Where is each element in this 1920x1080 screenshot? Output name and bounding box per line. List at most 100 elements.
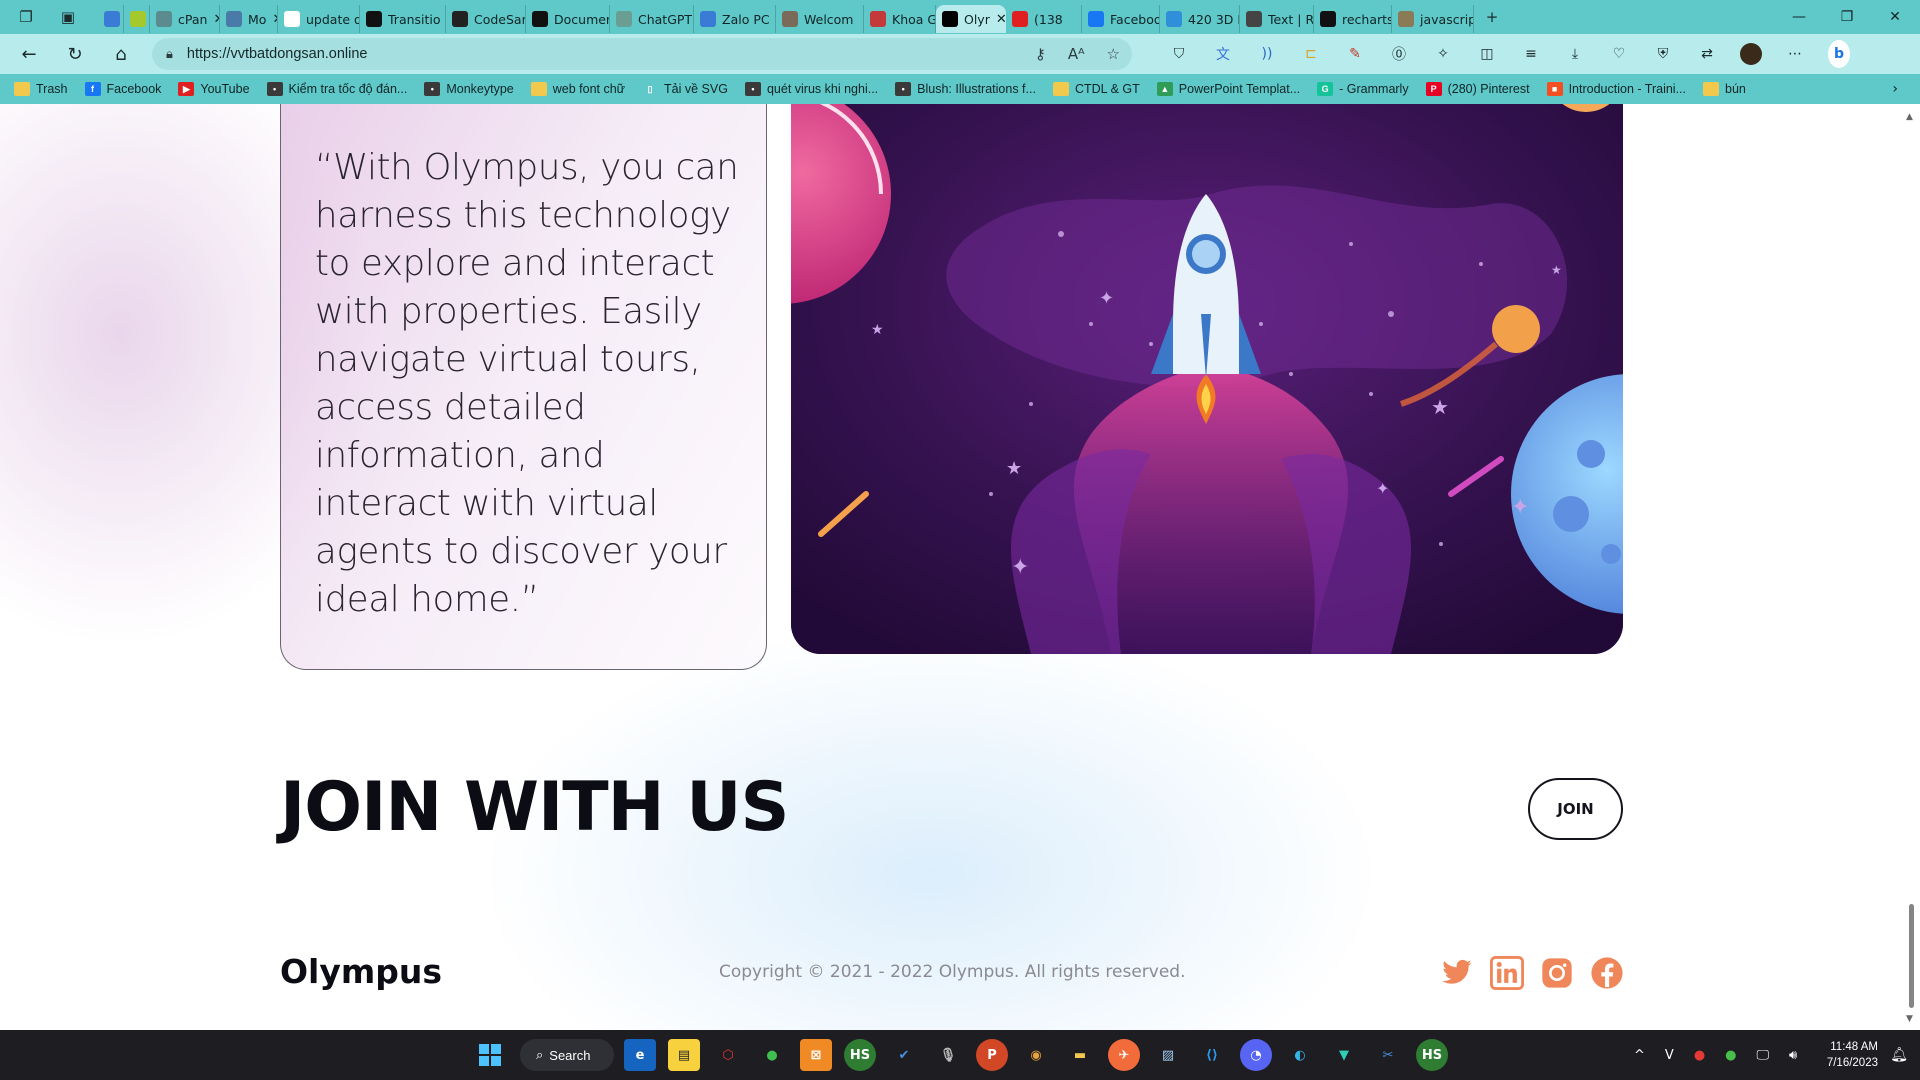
copilot-bing-icon[interactable]: b	[1828, 40, 1850, 68]
bookmark-item[interactable]: ▶ YouTube	[178, 82, 250, 96]
file-explorer-icon[interactable]: ▬	[1064, 1039, 1096, 1071]
tab[interactable]: CodeSan	[446, 5, 526, 33]
downloads-icon[interactable]: ⤓	[1564, 43, 1586, 65]
browser-essentials-icon[interactable]: ⛨	[1652, 43, 1674, 65]
bookmark-item[interactable]: Trash	[14, 82, 68, 96]
network-icon[interactable]: 🖵︎	[1757, 1048, 1770, 1063]
close-window-icon[interactable]: ✕	[1872, 0, 1918, 34]
volume-icon[interactable]: 🔊︎	[1789, 1048, 1797, 1063]
tab[interactable]: (138	[1006, 5, 1082, 33]
bookmark-item[interactable]: ▲ PowerPoint Templat...	[1156, 82, 1300, 96]
refresh-icon[interactable]: ↻	[52, 34, 98, 74]
hs-app-icon[interactable]: HS	[844, 1039, 876, 1071]
audio-extension-icon[interactable]: ))	[1256, 43, 1278, 65]
share-icon[interactable]: ⇄	[1696, 43, 1718, 65]
scrollbar-thumb[interactable]	[1909, 904, 1914, 1008]
profile-avatar[interactable]	[1740, 43, 1762, 65]
discord-icon[interactable]: ◔	[1240, 1039, 1272, 1071]
tab[interactable]: cPan✕	[150, 5, 220, 33]
ruler-extension-icon[interactable]: ⊏	[1300, 43, 1322, 65]
bookmark-item[interactable]: f Facebook	[84, 82, 161, 96]
circle-extension-icon[interactable]: ⓪	[1388, 43, 1410, 65]
url-text[interactable]: https://vvtbatdongsan.online	[187, 46, 368, 62]
edge-browser-icon[interactable]: ◐	[1284, 1039, 1316, 1071]
bookmark-item[interactable]: • Kiểm tra tốc độ đán...	[266, 82, 407, 96]
performance-heart-icon[interactable]: ♡	[1608, 43, 1630, 65]
bookmark-item[interactable]: bún	[1703, 82, 1746, 96]
clock[interactable]: 11:48 AM 7/16/2023	[1827, 1039, 1878, 1071]
tab-actions-icon[interactable]: ▣	[54, 0, 82, 34]
tab[interactable]: Khoa Gi	[864, 5, 936, 33]
media-app-icon[interactable]: ◉	[1020, 1039, 1052, 1071]
taskbar-search[interactable]: ⌕ Search	[520, 1039, 614, 1071]
show-hidden-icons-icon[interactable]: ^	[1634, 1048, 1645, 1063]
bookmark-item[interactable]: • Monkeytype	[424, 82, 514, 96]
tab[interactable]: Zalo PC	[694, 5, 776, 33]
tab[interactable]: Faceboo	[1082, 5, 1160, 33]
page-scrollbar[interactable]: ▲ ▼	[1902, 104, 1920, 1030]
twitter-icon[interactable]	[1440, 956, 1474, 990]
join-button[interactable]: JOIN	[1528, 778, 1623, 840]
tab[interactable]: Text | Re	[1240, 5, 1314, 33]
app-tray-icon[interactable]: ●	[1725, 1048, 1736, 1063]
instagram-icon[interactable]	[1540, 956, 1574, 990]
notifications-bell-icon[interactable]: 🔔︎	[1890, 1047, 1908, 1063]
hs-app-2-icon[interactable]: HS	[1416, 1039, 1448, 1071]
home-icon[interactable]: ⌂	[98, 34, 144, 74]
tab[interactable]: Transitio	[360, 5, 446, 33]
sticky-notes-icon[interactable]: ▤	[668, 1039, 700, 1071]
minimize-icon[interactable]: —	[1776, 0, 1822, 34]
address-field[interactable]: 🔒︎ https://vvtbatdongsan.online ⚷ Aᴬ ☆	[152, 38, 1132, 70]
bookmark-item[interactable]: web font chữ	[530, 82, 625, 96]
scroll-up-arrow-icon[interactable]: ▲	[1906, 112, 1913, 122]
tab[interactable]: Mo✕	[220, 5, 278, 33]
workspaces-icon[interactable]: ❐	[12, 0, 40, 34]
xampp-icon[interactable]: ⊠	[800, 1039, 832, 1071]
postman-icon[interactable]: ✈	[1108, 1039, 1140, 1071]
favorites-list-icon[interactable]: ≡	[1520, 43, 1542, 65]
bookmark-item[interactable]: G - Grammarly	[1317, 82, 1409, 96]
tab[interactable]: Welcom	[776, 5, 864, 33]
vscode-icon[interactable]: ⟨⟩	[1196, 1039, 1228, 1071]
tab[interactable]: ChatGPT	[610, 5, 694, 33]
bookmark-item[interactable]: • quét virus khi nghi...	[744, 82, 878, 96]
shield-extension-icon[interactable]: ⛉	[1168, 43, 1190, 65]
footer-logo[interactable]: Olympus	[280, 952, 442, 991]
facebook-icon[interactable]	[1590, 956, 1624, 990]
scroll-down-arrow-icon[interactable]: ▼	[1906, 1014, 1913, 1024]
tab-close-icon[interactable]: ✕	[996, 12, 1006, 27]
read-aloud-icon[interactable]: Aᴬ	[1068, 45, 1085, 63]
snipping-tool-icon[interactable]: ✂	[1372, 1039, 1404, 1071]
bookmark-item[interactable]: ▯ Tải về SVG	[642, 82, 728, 96]
linkedin-icon[interactable]	[1490, 956, 1524, 990]
tab[interactable]: update o	[278, 5, 360, 33]
tab[interactable]: Documer	[526, 5, 610, 33]
restore-icon[interactable]: ❐	[1824, 0, 1870, 34]
settings-more-icon[interactable]: ⋯	[1784, 43, 1806, 65]
evernote-icon[interactable]: ●	[756, 1039, 788, 1071]
microphone-app-icon[interactable]: 🎙︎	[932, 1039, 964, 1071]
password-key-icon[interactable]: ⚷	[1035, 45, 1046, 63]
windows-start-icon[interactable]	[474, 1039, 506, 1071]
tab[interactable]	[98, 5, 124, 33]
favorite-star-icon[interactable]: ☆	[1107, 45, 1120, 63]
tab[interactable]: 420 3D H	[1160, 5, 1240, 33]
bookmark-item[interactable]: P (280) Pinterest	[1425, 82, 1530, 96]
bookmark-item[interactable]: • Blush: Illustrations f...	[895, 82, 1036, 96]
tab-active[interactable]: Olyr ✕	[936, 5, 1006, 33]
bookmark-item[interactable]: CTDL & GT	[1052, 82, 1140, 96]
translate-extension-icon[interactable]: 文	[1212, 43, 1234, 65]
tab[interactable]: recharts	[1314, 5, 1392, 33]
back-icon[interactable]: ←	[6, 34, 52, 74]
color-picker-extension-icon[interactable]: ✎	[1344, 43, 1366, 65]
new-tab-icon[interactable]: +	[1478, 0, 1506, 34]
powerpoint-icon[interactable]: P	[976, 1039, 1008, 1071]
todo-icon[interactable]: ✔	[888, 1039, 920, 1071]
extensions-puzzle-icon[interactable]: ✧	[1432, 43, 1454, 65]
vivaldi-tray-icon[interactable]: V	[1665, 1048, 1674, 1063]
edge-dev-icon[interactable]: e	[624, 1039, 656, 1071]
vpn-app-icon[interactable]: ▼	[1328, 1039, 1360, 1071]
tab[interactable]: javascrip	[1392, 5, 1474, 33]
security-app-icon[interactable]: ⬡	[712, 1039, 744, 1071]
photos-icon[interactable]: ▨	[1152, 1039, 1184, 1071]
